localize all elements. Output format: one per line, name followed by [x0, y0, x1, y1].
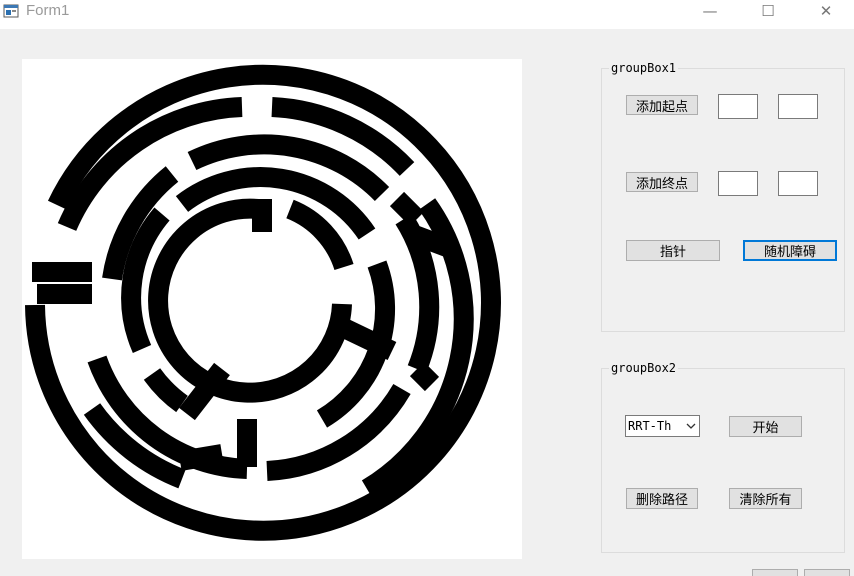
add-end-button[interactable]: 添加终点: [626, 172, 698, 192]
add-start-button[interactable]: 添加起点: [626, 95, 698, 115]
form-icon: [3, 4, 19, 18]
start-button[interactable]: 开始: [729, 416, 802, 437]
bottom-button-1[interactable]: [752, 569, 798, 576]
close-button[interactable]: ✕: [797, 0, 854, 22]
groupbox-2: groupBox2: [601, 361, 845, 553]
maximize-icon: ☐: [761, 2, 775, 20]
pointer-button[interactable]: 指针: [626, 240, 720, 261]
chevron-down-icon: [686, 423, 696, 429]
maximize-button[interactable]: ☐: [739, 0, 797, 22]
groupbox-1-title: groupBox1: [609, 61, 679, 75]
window-title: Form1: [26, 2, 70, 19]
start-y-input[interactable]: [778, 94, 818, 119]
title-bar[interactable]: Form1 — ☐ ✕: [0, 0, 854, 29]
minimize-button[interactable]: —: [681, 0, 739, 22]
maze-image: [25, 64, 501, 541]
delete-path-button[interactable]: 删除路径: [626, 488, 698, 509]
end-y-input[interactable]: [778, 171, 818, 196]
close-icon: ✕: [819, 2, 833, 20]
bottom-button-2[interactable]: [804, 569, 850, 576]
maze-picture-box[interactable]: [22, 59, 522, 559]
clear-all-button[interactable]: 清除所有: [729, 488, 802, 509]
start-x-input[interactable]: [718, 94, 758, 119]
algorithm-select[interactable]: RRT-Th: [625, 415, 700, 437]
minimize-icon: —: [702, 2, 718, 20]
random-obstacle-button[interactable]: 随机障碍: [743, 240, 837, 261]
algorithm-select-value: RRT-Th: [628, 419, 672, 433]
end-x-input[interactable]: [718, 171, 758, 196]
groupbox-2-title: groupBox2: [609, 361, 679, 375]
